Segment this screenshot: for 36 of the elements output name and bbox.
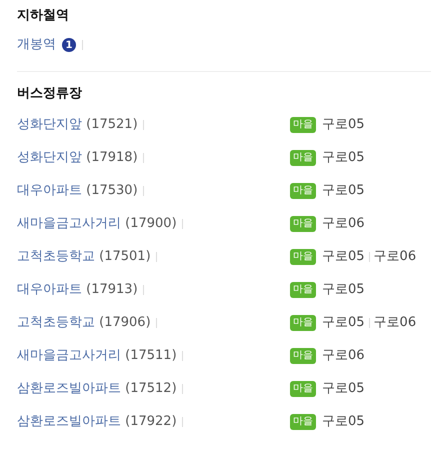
route-number[interactable]: 구로05 xyxy=(322,378,365,398)
route-number[interactable]: 구로06 xyxy=(374,246,416,266)
stop-link[interactable]: 새마을금고사거리 (17900) xyxy=(17,214,177,234)
village-bus-badge: 마을 xyxy=(290,116,316,132)
line-badge: 1 xyxy=(62,38,76,52)
section-title: 지하철역 xyxy=(17,7,70,25)
section-title: 버스정류장 xyxy=(17,85,83,103)
route-number[interactable]: 구로06 xyxy=(374,312,416,332)
stop-link[interactable]: 삼환로즈빌아파트 (17922) xyxy=(17,412,177,432)
route-number[interactable]: 구로05 xyxy=(322,148,365,168)
route-number[interactable]: 구로05 xyxy=(322,312,365,332)
stop-link[interactable]: 새마을금고사거리 (17511) xyxy=(17,346,177,366)
village-bus-badge: 마을 xyxy=(290,150,316,166)
village-bus-badge: 마을 xyxy=(290,216,316,232)
route-number[interactable]: 구로05 xyxy=(322,114,365,134)
route-number[interactable]: 구로05 xyxy=(322,412,365,432)
route-number[interactable]: 구로06 xyxy=(322,346,365,366)
village-bus-badge: 마을 xyxy=(290,380,316,396)
stop-link[interactable]: 성화단지앞 (17918) xyxy=(17,148,138,168)
village-bus-badge: 마을 xyxy=(290,414,316,430)
route-number[interactable]: 구로06 xyxy=(322,214,365,234)
stop-link[interactable]: 성화단지앞 (17521) xyxy=(17,114,138,134)
stop-link[interactable]: 고척초등학교 (17906) xyxy=(17,312,151,332)
stop-link[interactable]: 대우아파트 (17913) xyxy=(17,280,138,300)
route-number[interactable]: 구로05 xyxy=(322,180,365,200)
village-bus-badge: 마을 xyxy=(290,314,316,330)
station-link[interactable]: 개봉역 xyxy=(17,35,56,55)
village-bus-badge: 마을 xyxy=(290,182,316,198)
route-number[interactable]: 구로05 xyxy=(322,280,365,300)
stop-link[interactable]: 고척초등학교 (17501) xyxy=(17,246,151,266)
stop-link[interactable]: 대우아파트 (17530) xyxy=(17,180,138,200)
route-number[interactable]: 구로05 xyxy=(322,246,365,266)
stop-link[interactable]: 삼환로즈빌아파트 (17512) xyxy=(17,378,177,398)
village-bus-badge: 마을 xyxy=(290,348,316,364)
village-bus-badge: 마을 xyxy=(290,282,316,298)
village-bus-badge: 마을 xyxy=(290,248,316,264)
